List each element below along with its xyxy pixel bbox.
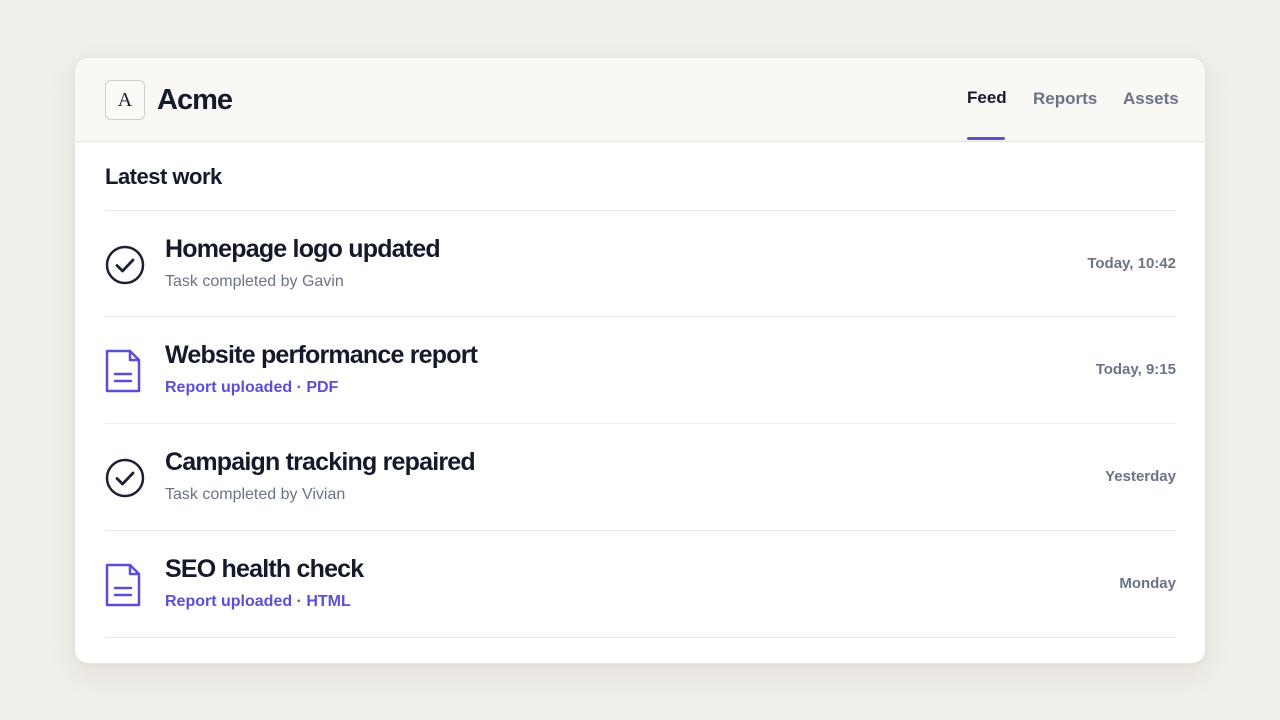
brand-name: Acme [157, 84, 233, 116]
document-icon [105, 349, 141, 393]
feed-item-title: Homepage logo updated [165, 235, 441, 263]
feed-item-subtitle: Report uploaded · PDF [165, 379, 339, 396]
feed-item-subtitle: Task completed by Vivian [165, 486, 346, 503]
feed-item[interactable]: Homepage logo updated Task completed by … [105, 210, 1176, 317]
section-title: Latest work [105, 164, 222, 189]
app-header: A Acme Feed Reports Assets [75, 58, 1205, 142]
check-circle-icon [105, 458, 145, 498]
feed-item[interactable]: Website performance report Report upload… [105, 317, 1176, 424]
check-circle-icon [105, 245, 145, 285]
document-icon [105, 563, 141, 607]
logo[interactable]: A [105, 80, 145, 120]
feed-item-title: SEO health check [165, 555, 364, 583]
feed-item-subtitle: Report uploaded · HTML [165, 593, 351, 610]
feed-item[interactable]: SEO health check Report uploaded · HTML … [105, 531, 1176, 638]
feed-item-title: Website performance report [165, 341, 478, 369]
active-tab-indicator [967, 137, 1005, 140]
feed-item-title: Campaign tracking repaired [165, 448, 476, 476]
feed-item-time: Today, 10:42 [1087, 255, 1176, 272]
feed-item-time: Yesterday [1105, 468, 1176, 485]
feed-item-time: Monday [1119, 575, 1176, 592]
tab-assets[interactable]: Assets [1123, 88, 1179, 110]
tab-reports[interactable]: Reports [1033, 88, 1097, 110]
feed-item[interactable]: Campaign tracking repaired Task complete… [105, 424, 1176, 531]
tab-feed[interactable]: Feed [967, 87, 1007, 109]
feed-item-time: Today, 9:15 [1095, 361, 1176, 378]
feed-card: A Acme Feed Reports Assets Latest work H… [74, 57, 1206, 664]
feed-list: Homepage logo updated Task completed by … [105, 210, 1176, 638]
feed-item-subtitle: Task completed by Gavin [165, 273, 344, 290]
